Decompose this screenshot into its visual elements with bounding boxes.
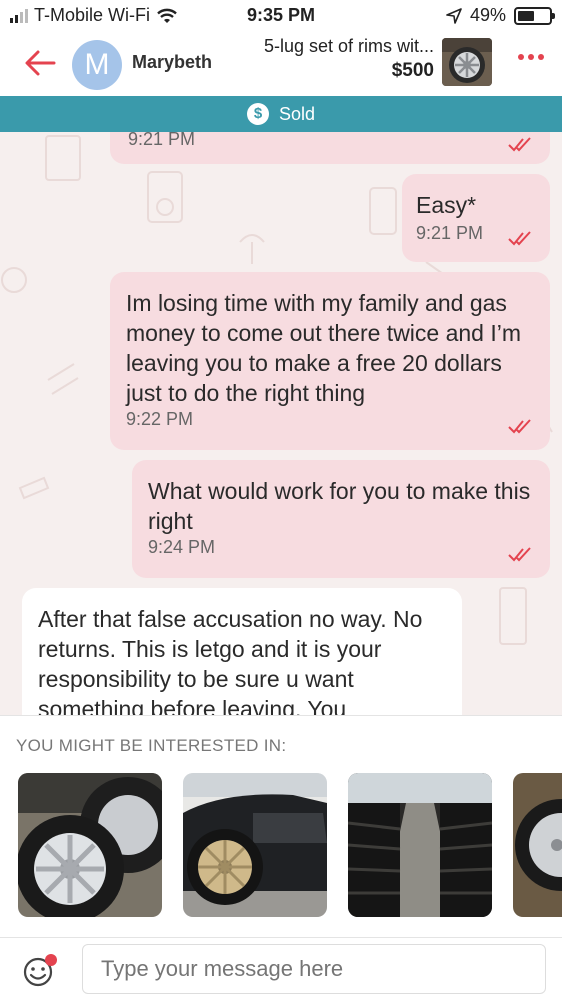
sold-label: Sold [278,103,316,124]
double-check-icon [508,137,531,152]
emoji-icon[interactable] [22,952,58,988]
status-bar: T-Mobile Wi-Fi 9:35 PM 49% [0,0,562,30]
message-time: 9:22 PM [126,409,194,429]
dollar-icon: $ [246,103,269,125]
suggested-listings: YOU MIGHT BE INTERESTED IN: [0,715,562,937]
suggestions-label: YOU MIGHT BE INTERESTED IN: [16,736,287,755]
message-time: 9:21 PM [416,223,484,243]
message-text: What would work for you to make this rig… [148,478,531,534]
message-text: Easy* [416,192,477,218]
double-check-icon [508,547,531,562]
battery-icon [514,6,555,25]
message-bubble-incoming[interactable]: After that false accusation no way. No r… [22,588,462,715]
message-text: Im losing time with my family and gas mo… [126,290,522,406]
status-right: 49% [446,5,555,26]
double-check-icon [508,231,531,246]
double-check-icon [508,419,531,434]
message-time: 9:24 PM [148,537,216,557]
message-bubble-outgoing[interactable]: 9:21 PM [110,132,550,164]
message-input[interactable] [82,944,546,994]
back-arrow-icon[interactable] [20,43,60,83]
avatar[interactable]: M [72,40,122,90]
tire-warehouse-photo[interactable] [348,773,492,917]
more-dots-icon [518,54,524,60]
chat-thread[interactable]: 9:21 PM Easy* 9:21 PM Im losing time wit… [0,132,562,715]
battery-percent: 49% [469,5,506,25]
listing-price: $500 [391,60,434,81]
message-bubble-outgoing[interactable]: Easy* 9:21 PM [402,174,550,262]
listing-thumbnail[interactable] [442,38,492,86]
location-arrow-icon [446,7,462,24]
user-name[interactable]: Marybeth [132,52,212,73]
chrome-rims-photo[interactable] [18,773,162,917]
gold-rim-car-photo[interactable] [183,773,327,917]
message-composer [0,937,562,1000]
rim-partial-photo[interactable] [513,773,562,917]
message-text: After that false accusation no way. No r… [38,606,423,715]
more-options-button[interactable] [518,54,544,60]
sold-status-bar: $ Sold [0,96,562,132]
listing-title[interactable]: 5-lug set of rims wit... [264,36,434,57]
message-bubble-outgoing[interactable]: What would work for you to make this rig… [132,460,550,578]
message-bubble-outgoing[interactable]: Im losing time with my family and gas mo… [110,272,550,450]
message-time: 9:21 PM [128,132,196,149]
chat-header: M Marybeth 5-lug set of rims wit... $500 [0,30,562,96]
